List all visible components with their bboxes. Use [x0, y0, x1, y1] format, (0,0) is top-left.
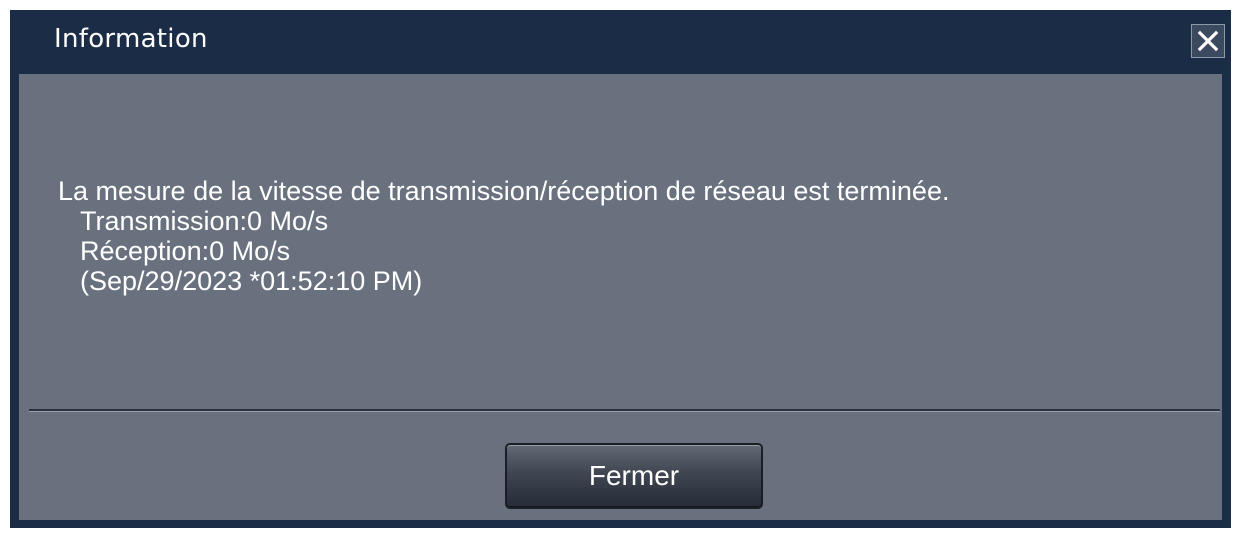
divider — [29, 409, 1220, 412]
message-headline: La mesure de la vitesse de transmission/… — [58, 176, 950, 206]
information-dialog: Information La mesure de la vitesse de t… — [10, 10, 1231, 528]
dialog-body: La mesure de la vitesse de transmission/… — [19, 74, 1222, 520]
dialog-title: Information — [54, 24, 208, 54]
reception-speed: Réception:0 Mo/s — [80, 236, 291, 266]
close-icon — [1196, 29, 1220, 53]
message-text: La mesure de la vitesse de transmission/… — [58, 176, 949, 296]
close-button[interactable] — [1191, 24, 1225, 58]
dialog-titlebar: Information — [10, 10, 1231, 74]
transmission-speed: Transmission:0 Mo/s — [80, 206, 329, 236]
measurement-timestamp: (Sep/29/2023 *01:52:10 PM) — [80, 266, 423, 296]
fermer-button[interactable]: Fermer — [505, 443, 763, 509]
